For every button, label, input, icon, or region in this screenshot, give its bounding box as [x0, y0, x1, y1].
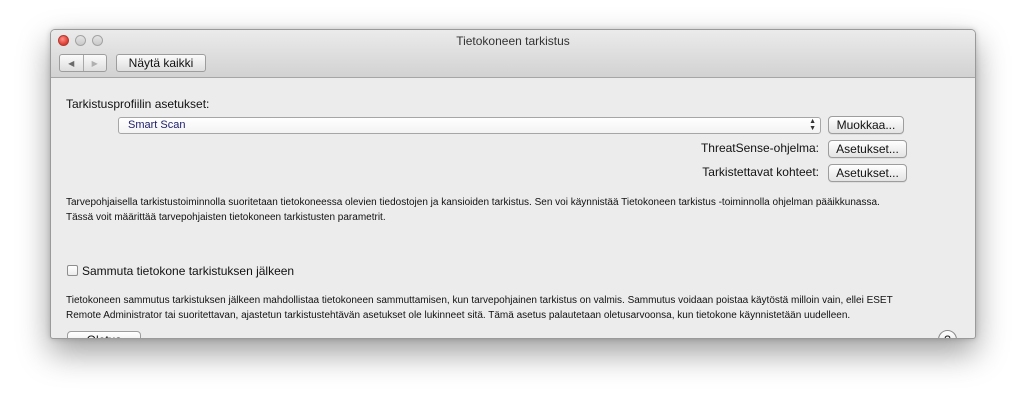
- scan-description-line: Tässä voit määrittää tarvepohjaisten tie…: [66, 212, 386, 223]
- show-all-button[interactable]: Näytä kaikki: [116, 54, 206, 72]
- shutdown-description: Tietokoneen sammutus tarkistuksen jälkee…: [66, 293, 966, 323]
- help-icon[interactable]: ?: [938, 330, 957, 338]
- preferences-window: Tietokoneen tarkistus ◀ ▶ Näytä kaikki T…: [50, 29, 976, 339]
- shutdown-after-scan-checkbox[interactable]: [67, 265, 78, 276]
- scan-description-line: Tarvepohjaisella tarkistustoiminnolla su…: [66, 197, 880, 208]
- default-button[interactable]: Oletus: [67, 331, 141, 338]
- scan-targets-settings-button[interactable]: Asetukset...: [828, 164, 907, 182]
- scan-targets-label: Tarkistettavat kohteet:: [702, 165, 819, 179]
- back-arrow-icon[interactable]: ◀: [60, 55, 83, 71]
- title-bar: Tietokoneen tarkistus ◀ ▶ Näytä kaikki: [51, 30, 975, 78]
- settings-panel: Tarkistusprofiilin asetukset: Smart Scan…: [51, 78, 975, 338]
- selected-profile-value: Smart Scan: [128, 119, 186, 131]
- select-stepper-icon: ▲ ▼: [809, 118, 816, 132]
- window-title: Tietokoneen tarkistus: [456, 34, 570, 48]
- threatsense-label: ThreatSense-ohjelma:: [700, 141, 819, 155]
- edit-profile-button[interactable]: Muokkaa...: [828, 116, 904, 134]
- shutdown-after-scan-label[interactable]: Sammuta tietokone tarkistuksen jälkeen: [82, 264, 294, 278]
- scan-description: Tarvepohjaisella tarkistustoiminnolla su…: [66, 195, 966, 225]
- scan-profile-select[interactable]: Smart Scan ▲ ▼: [118, 117, 821, 134]
- threatsense-settings-button[interactable]: Asetukset...: [828, 140, 907, 158]
- shutdown-description-line: Tietokoneen sammutus tarkistuksen jälkee…: [66, 295, 893, 306]
- back-forward-control: ◀ ▶: [59, 54, 107, 72]
- forward-arrow-icon[interactable]: ▶: [82, 55, 107, 71]
- shutdown-description-line: Remote Administrator tai suoritettavan, …: [66, 310, 851, 321]
- scan-profile-section-label: Tarkistusprofiilin asetukset:: [66, 97, 210, 111]
